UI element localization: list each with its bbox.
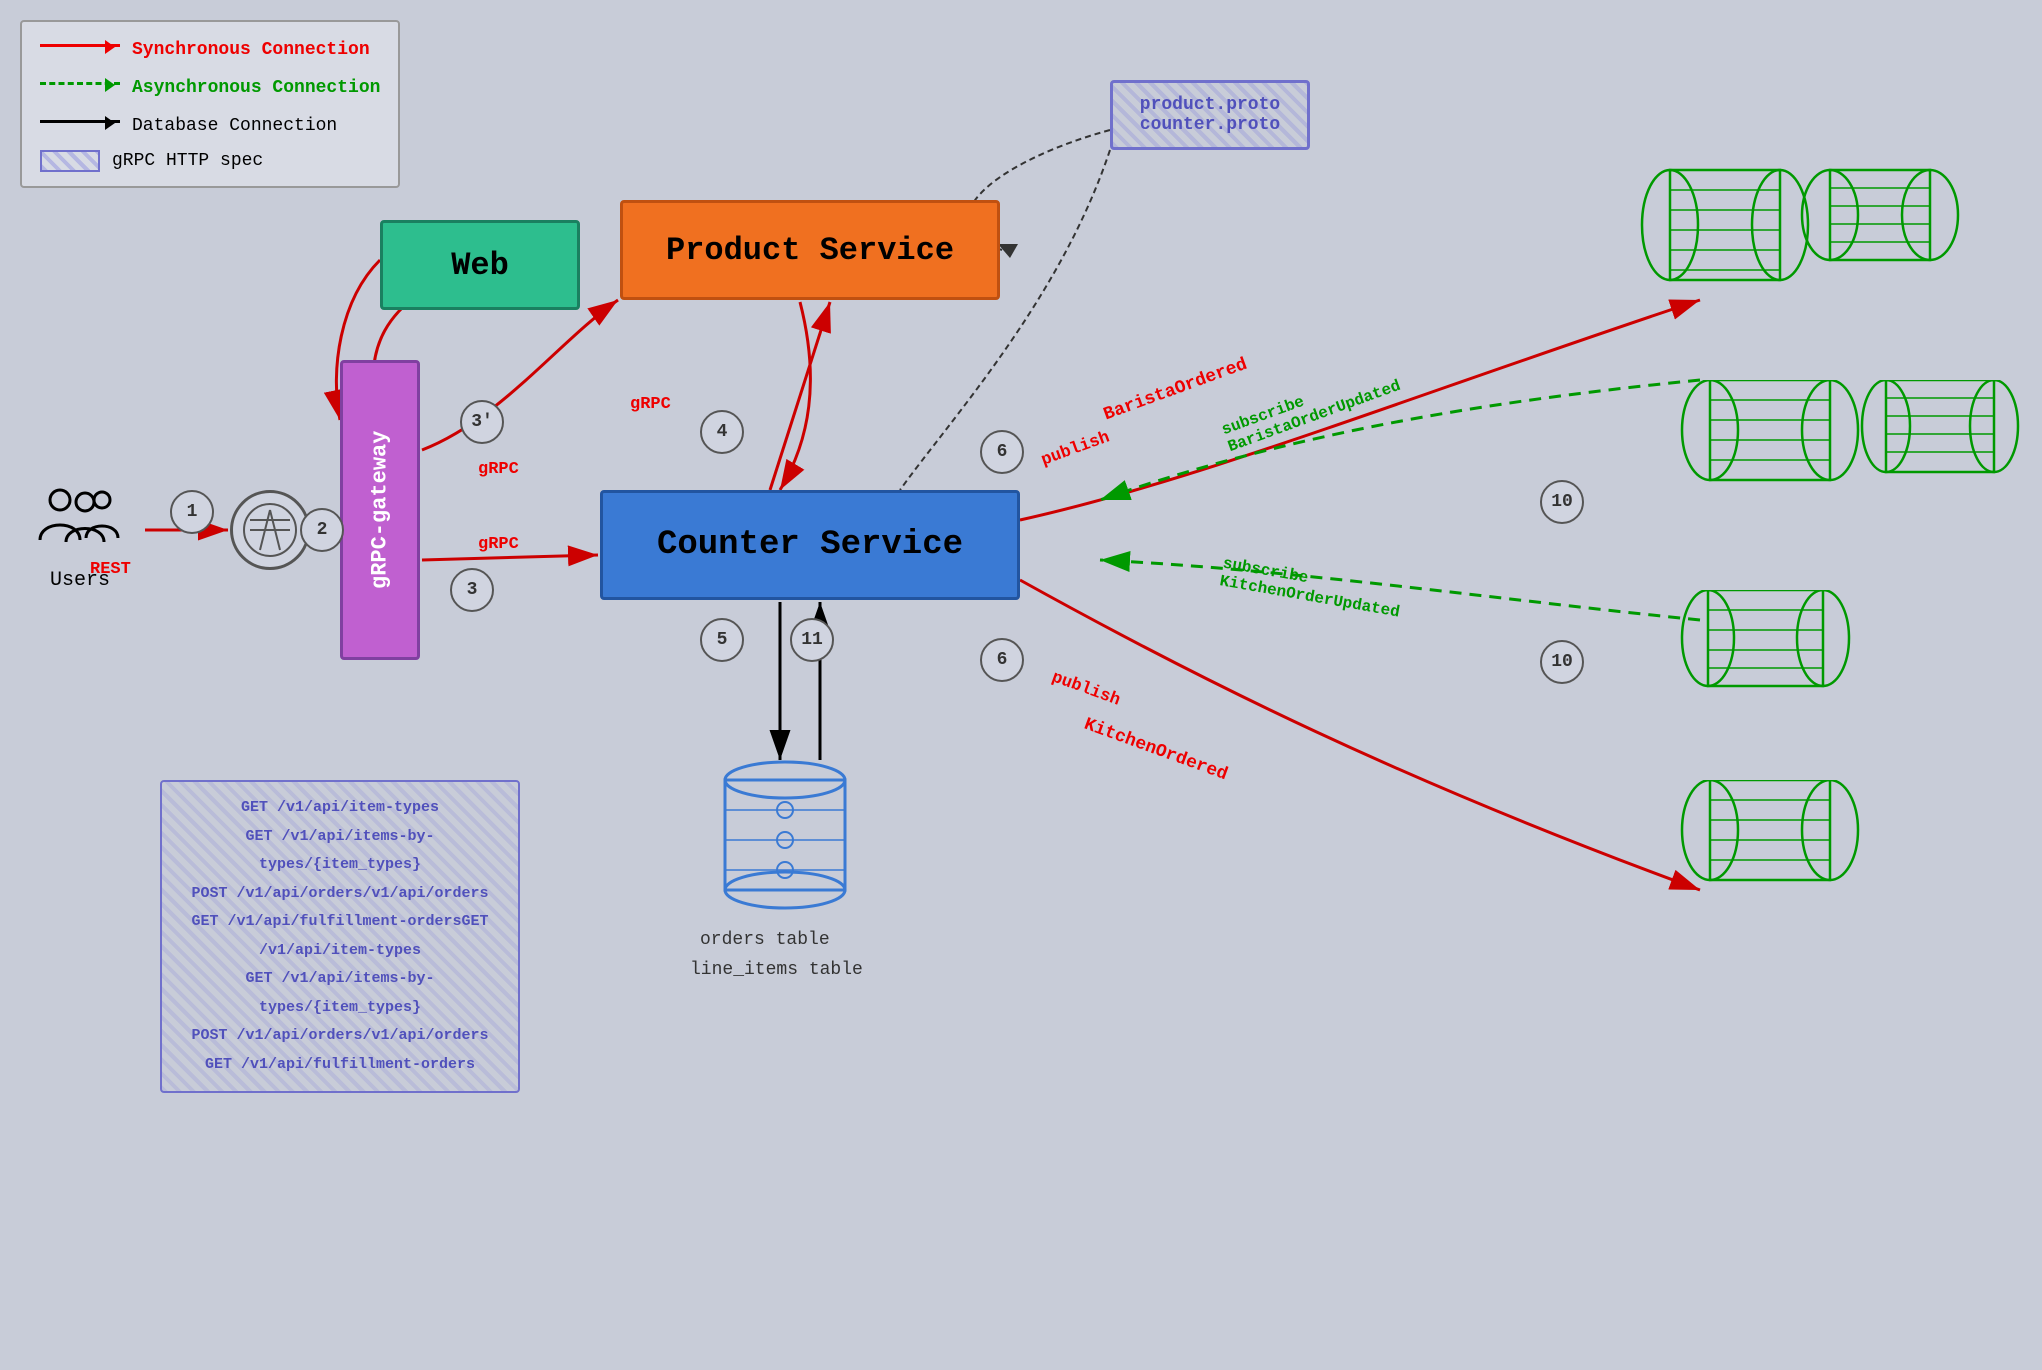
node-grpc-gateway: gRPC-gateway [340, 360, 420, 660]
sync-line-icon [40, 44, 120, 64]
num-3: 3 [467, 580, 478, 600]
legend-async-label: Asynchronous Connection [132, 78, 380, 98]
grpc-box-icon [40, 150, 100, 172]
async-line-icon [40, 82, 120, 102]
legend-sync: Synchronous Connection [40, 36, 380, 64]
label-grpc-2: gRPC [478, 535, 519, 554]
num-6a: 6 [997, 442, 1008, 462]
node-counter-label: Counter Service [657, 526, 963, 564]
mq-cylinders-top [1640, 160, 2020, 360]
num-2: 2 [317, 520, 328, 540]
num-circle-3p: 3' [460, 400, 504, 444]
db-line-icon [40, 120, 120, 140]
num-10a: 10 [1551, 492, 1573, 512]
legend-async: Asynchronous Connection [40, 74, 380, 102]
db-svg [720, 760, 850, 920]
users-svg [30, 480, 130, 560]
node-product-label: Product Service [666, 232, 954, 269]
num-circle-10a: 10 [1540, 480, 1584, 524]
num-6b: 6 [997, 650, 1008, 670]
legend-db: Database Connection [40, 112, 380, 140]
node-proto-label: product.proto counter.proto [1140, 95, 1280, 135]
mq-cylinders-mid-bottom [1680, 590, 2020, 730]
label-publish-kitchen: publish [1049, 668, 1123, 710]
legend: Synchronous Connection Asynchronous Conn… [20, 20, 400, 188]
node-gateway-label: gRPC-gateway [368, 431, 393, 589]
node-api-spec: GET /v1/api/item-types GET /v1/api/items… [160, 780, 520, 1093]
mq-cylinders-bottom [1680, 780, 2020, 920]
num-11: 11 [801, 630, 823, 650]
num-circle-6a: 6 [980, 430, 1024, 474]
lb-icon [240, 500, 300, 560]
num-circle-6b: 6 [980, 638, 1024, 682]
label-kitchen-ordered: KitchenOrdered [1081, 715, 1230, 786]
num-1: 1 [187, 502, 198, 522]
label-orders-table: orders table [700, 930, 830, 950]
label-rest: REST [90, 560, 131, 579]
label-line-items: line_items table [690, 960, 863, 980]
label-subscribe-kitchen: subscribeKitchenOrderUpdated [1218, 554, 1404, 621]
num-3p: 3' [471, 412, 493, 432]
legend-db-label: Database Connection [132, 116, 337, 136]
num-10b: 10 [1551, 652, 1573, 672]
node-counter-service: Counter Service [600, 490, 1020, 600]
node-web-label: Web [451, 247, 509, 284]
num-circle-3: 3 [450, 568, 494, 612]
num-4: 4 [717, 422, 728, 442]
label-grpc-3: gRPC [630, 395, 671, 414]
node-product-service: Product Service [620, 200, 1000, 300]
diagram: Synchronous Connection Asynchronous Conn… [0, 0, 2042, 1370]
api-spec-text: GET /v1/api/item-types GET /v1/api/items… [174, 794, 506, 1079]
num-circle-11: 11 [790, 618, 834, 662]
mq-cylinders-mid [1680, 380, 2020, 540]
num-circle-2: 2 [300, 508, 344, 552]
legend-grpc: gRPC HTTP spec [40, 150, 380, 172]
num-circle-1: 1 [170, 490, 214, 534]
num-circle-4: 4 [700, 410, 744, 454]
node-web: Web [380, 220, 580, 310]
lb-circle [230, 490, 310, 570]
legend-sync-label: Synchronous Connection [132, 40, 370, 60]
label-barista-ordered: BaristaOrdered [1101, 355, 1250, 426]
legend-grpc-label: gRPC HTTP spec [112, 151, 263, 171]
node-proto: product.proto counter.proto [1110, 80, 1310, 150]
label-publish-barista: publish [1039, 428, 1113, 470]
label-grpc-1: gRPC [478, 460, 519, 479]
num-circle-5: 5 [700, 618, 744, 662]
num-circle-10b: 10 [1540, 640, 1584, 684]
num-5: 5 [717, 630, 728, 650]
